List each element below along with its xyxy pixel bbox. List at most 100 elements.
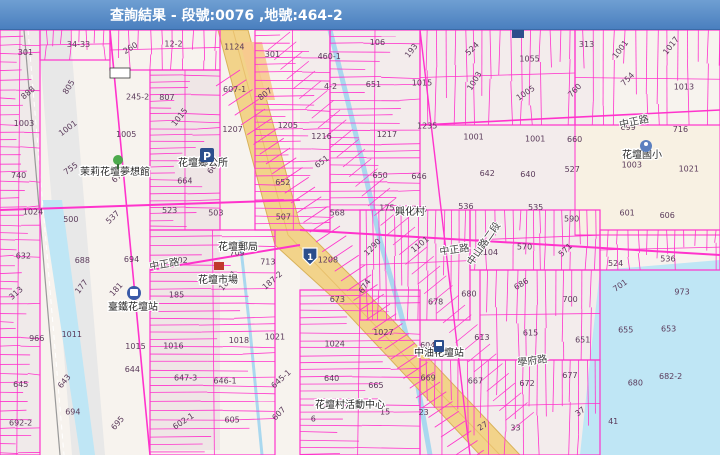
parcel-number: 1217 [377, 130, 397, 139]
place-activity: 花壇村活動中心 [315, 398, 385, 411]
cadastral-map[interactable]: 301 34-33 260 12-2 1124 301 460-1 106 193 524 1055… [0, 30, 720, 455]
water-body-southeast [580, 260, 720, 455]
parcel-number: 185 [169, 291, 184, 300]
parcel-number: 650 [373, 171, 388, 180]
parcel-number: 568 [330, 209, 345, 218]
svg-text:P: P [203, 150, 211, 163]
parcel-number: 1015 [125, 342, 145, 351]
parcel-number: 1021 [679, 165, 699, 174]
parcel-number: 664 [177, 176, 192, 185]
parcel-number: 660 [567, 135, 582, 144]
parcel-number: 570 [517, 243, 532, 252]
parcel-number: 301 [18, 48, 33, 57]
parcel-number: 740 [11, 171, 26, 180]
parcel-number: 1011 [62, 330, 82, 339]
parcel-number: 301 [265, 50, 280, 59]
parcel-number: 1024 [23, 208, 43, 217]
parcel-number: 41 [608, 417, 618, 426]
parcel-number: 605 [225, 416, 240, 425]
parcel-number: 590 [564, 215, 579, 224]
parcel-number: 4-2 [324, 82, 337, 91]
parcel-number: 1235 [417, 121, 437, 130]
parcel-number: 106 [370, 38, 385, 47]
parcel-number: 613 [474, 333, 489, 342]
university-icon[interactable] [640, 140, 652, 152]
parcel-number: 672 [519, 379, 534, 388]
parcel-number: 1208 [318, 256, 338, 265]
map-canvas[interactable]: 30134-33 260 12-2 1124301 460-1106 193 5241055… [0, 30, 720, 455]
parcel-number: 1021 [265, 333, 285, 342]
parcel-number: 642 [480, 169, 495, 178]
parcel-number: 536 [660, 255, 675, 264]
parcel-number: 1005 [116, 130, 136, 139]
parcel-number: 527 [565, 165, 580, 174]
parcel-number: 6 [311, 414, 316, 423]
parcel-number: 632 [16, 251, 31, 260]
parcel-number: 507 [276, 213, 291, 222]
parcel-number: 655 [618, 326, 633, 335]
parcel-number: 175 [379, 204, 394, 213]
parcel-number: 601 [620, 209, 635, 218]
route-marker-icon[interactable] [109, 67, 131, 79]
parcel-number: 700 [563, 295, 578, 304]
highway-shield-number: 1 [307, 253, 313, 263]
parcel-number: 669 [421, 374, 436, 383]
parcel-number: 1055 [519, 55, 539, 64]
parcel-number: 640 [324, 374, 339, 383]
post-office-icon[interactable] [214, 262, 224, 270]
parcel-number: 615 [523, 329, 538, 338]
parcel-number: 677 [562, 371, 577, 380]
parcel-number: 680 [628, 378, 643, 387]
parcel-number: 1205 [278, 121, 298, 130]
parcel-number: 1015 [412, 78, 432, 87]
parcel-number: 807 [159, 93, 174, 102]
parcel-number: 652 [275, 178, 290, 187]
place-market: 花壇市場 [198, 273, 238, 286]
train-station-icon[interactable] [127, 286, 141, 300]
parcel-number: 644 [125, 365, 140, 374]
parcel-number: 966 [29, 334, 44, 343]
parcel-number: 523 [162, 206, 177, 215]
parcel-number: 667 [468, 376, 483, 385]
parcel-number: 1024 [325, 340, 345, 349]
place-jasmine: 茉莉花壇夢想館 [80, 165, 150, 178]
parcel-number: 694 [65, 408, 80, 417]
parcel-number: 1016 [163, 341, 183, 350]
parcel-number: 1003 [622, 161, 642, 170]
parcel-number: 34-33 [67, 40, 90, 49]
parcel-number: 651 [575, 336, 590, 345]
parcel-number: 313 [579, 40, 594, 49]
parcel-number: 524 [608, 259, 623, 268]
parcel-number: 1124 [224, 42, 244, 51]
parcel-number: 1207 [222, 125, 242, 134]
parcel-number: 535 [528, 203, 543, 212]
parcel-number: 692-2 [9, 419, 32, 428]
parcel-number: 1216 [311, 132, 331, 141]
parcel-number: 646 [411, 172, 426, 181]
parcel-number: 12-2 [164, 40, 182, 49]
parcel-number: 645 [13, 380, 28, 389]
result-header-bar: 查詢結果 - 段號:0076 ,地號:464-2 [0, 0, 720, 30]
parcel-number: 460-1 [318, 52, 341, 61]
parcel-number: 682-2 [659, 372, 682, 381]
parcel-number: 673 [330, 295, 345, 304]
parcel-number: 503 [208, 208, 223, 217]
parcel-number: 1001 [525, 134, 545, 143]
parcel-number: 1001 [463, 132, 483, 141]
parcel-number: 665 [368, 381, 383, 390]
parcel-number: 694 [124, 255, 139, 264]
parcel-number: 646-1 [213, 377, 236, 386]
parcel-number: 716 [673, 125, 688, 134]
parcel-number: 647-3 [174, 374, 197, 383]
parcel-number: 678 [428, 297, 443, 306]
parcel-number: 1027 [373, 328, 393, 337]
parcel-number: 688 [75, 256, 90, 265]
gas-station-icon[interactable] [434, 340, 444, 352]
parking-icon[interactable]: P [200, 148, 214, 163]
parcel-number: 500 [63, 215, 78, 224]
parcel-number: 973 [674, 287, 689, 296]
map-pin-icon[interactable] [512, 30, 524, 38]
parcel-number: 640 [520, 170, 535, 179]
parcel-number: 245-2 [126, 93, 149, 102]
parcel-number: 1018 [229, 336, 249, 345]
